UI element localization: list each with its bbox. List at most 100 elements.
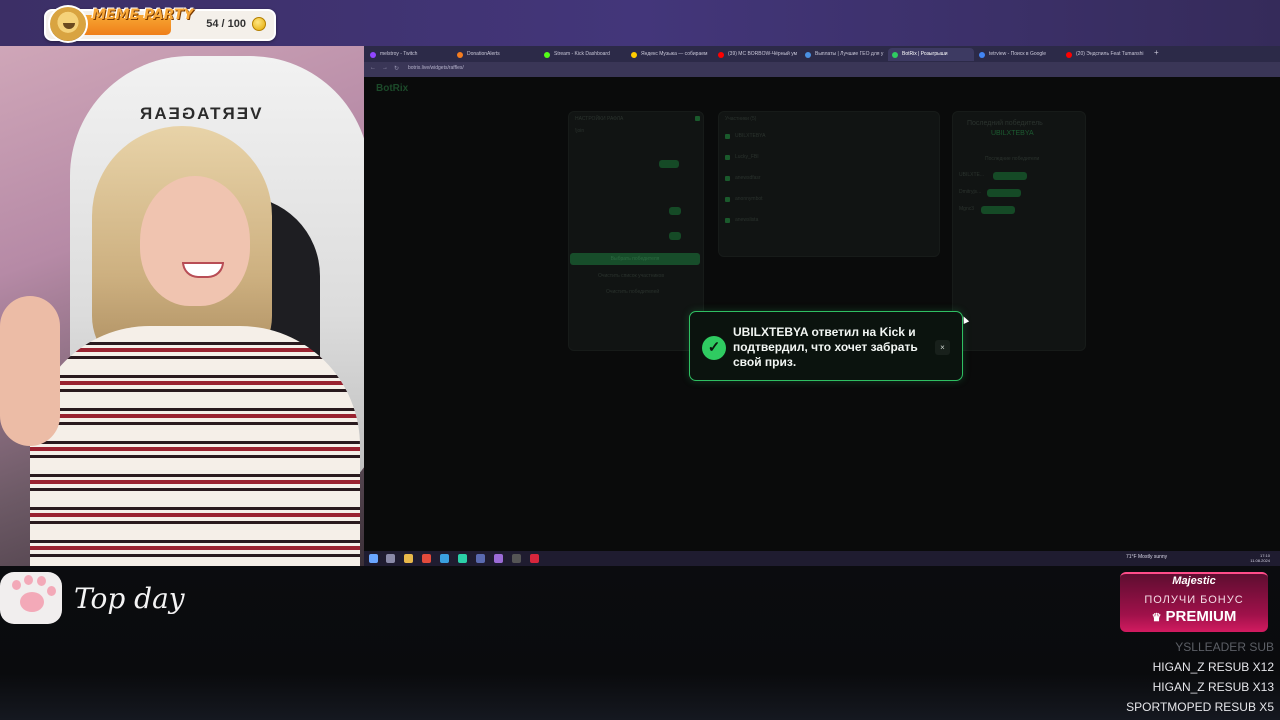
browser-tab[interactable]: melstroy - Twitch bbox=[366, 48, 452, 61]
meme-party-goal-bar: MEME PARTY 54 / 100 bbox=[44, 5, 276, 43]
tab-favicon-icon bbox=[631, 52, 637, 58]
participant-dot bbox=[725, 155, 730, 160]
paw-pad-toe bbox=[47, 586, 56, 596]
browser-tab[interactable]: Яндекс Музыка — собираем bbox=[627, 48, 713, 61]
toast-close-button[interactable]: × bbox=[935, 340, 950, 355]
participant-name[interactable]: anewslista bbox=[735, 217, 758, 223]
settings-status-dot bbox=[695, 116, 700, 121]
toggle-3[interactable] bbox=[669, 232, 681, 240]
windows-taskbar: 71°F Mostly sunny 17:10 11.08.2024 bbox=[364, 551, 1280, 566]
sub-event: HIGAN_Z RESUB X12 bbox=[1152, 660, 1274, 674]
streamer-face bbox=[140, 176, 250, 306]
toggle-2[interactable] bbox=[669, 207, 681, 215]
browser-tab[interactable]: Stream - Kick Dashboard bbox=[540, 48, 626, 61]
browser-tab[interactable]: (39) MC BORBOW-Чёрный ум bbox=[714, 48, 800, 61]
participant-dot bbox=[725, 218, 730, 223]
browser-tab[interactable]: DonationAlerts bbox=[453, 48, 539, 61]
browser-tab[interactable]: Выплаты | Лучшие ГЕО для у bbox=[801, 48, 887, 61]
clear-winners-link[interactable]: Очистить победителей bbox=[606, 289, 659, 295]
browser-address-bar: ← → ↻ botrix.live/widgets/raffles/ bbox=[364, 62, 1280, 77]
participant-name[interactable]: UBILXTEBYA bbox=[735, 133, 765, 139]
tab-favicon-icon bbox=[805, 52, 811, 58]
caption-text: Top day bbox=[74, 582, 185, 615]
previous-winner-bar bbox=[993, 172, 1027, 180]
browser-tab[interactable]: BotRix | Розыгрыши bbox=[888, 48, 974, 61]
promo-premium: PREMIUM bbox=[1165, 608, 1237, 625]
paw-pad-toe bbox=[24, 575, 33, 585]
folder-icon[interactable] bbox=[404, 554, 413, 563]
tab-label: Выплаты | Лучшие ГЕО для у bbox=[815, 51, 884, 57]
previous-winners-title: Последние победители bbox=[985, 156, 1040, 162]
tab-label: (39) MC BORBOW-Чёрный ум bbox=[728, 51, 798, 57]
doge-icon bbox=[48, 5, 88, 43]
tab-favicon-icon bbox=[1066, 52, 1072, 58]
last-winner-title: Последний победитель bbox=[967, 120, 1043, 127]
tab-favicon-icon bbox=[457, 52, 463, 58]
browser-tab[interactable]: (20) Эндспиль Feat Tumanshi bbox=[1062, 48, 1148, 61]
search-icon[interactable] bbox=[386, 554, 395, 563]
reload-icon[interactable]: ↻ bbox=[394, 65, 399, 72]
participant-name[interactable]: anonnymbot bbox=[735, 196, 763, 202]
webcam-feed: VERTAGEAR bbox=[0, 46, 364, 566]
confirmation-toast: ✓ UBILXTEBYA ответил на Kick и подтверди… bbox=[689, 311, 963, 381]
paw-pad-toe bbox=[37, 576, 46, 586]
clear-participants-link[interactable]: Очистить список участников bbox=[598, 273, 664, 279]
striped-shirt bbox=[30, 326, 360, 566]
coin-icon bbox=[252, 17, 266, 31]
weather-widget[interactable]: 71°F Mostly sunny bbox=[1126, 554, 1167, 560]
forward-icon[interactable]: → bbox=[382, 65, 388, 71]
toast-message: UBILXTEBYA ответил на Kick и подтвердил,… bbox=[733, 325, 918, 369]
paw-pad-main bbox=[20, 592, 44, 612]
taskbar-clock[interactable]: 17:10 11.08.2024 bbox=[1250, 553, 1270, 563]
keyword-value[interactable]: !join bbox=[575, 128, 584, 134]
sub-event: YSLLEADER SUB bbox=[1175, 640, 1274, 654]
participant-dot bbox=[725, 176, 730, 181]
tab-label: BotRix | Розыгрыши bbox=[902, 51, 948, 57]
app-icon[interactable] bbox=[494, 554, 503, 563]
last-winner-panel: Последний победитель UBILXTEBYA Последни… bbox=[952, 111, 1086, 351]
browser-tab[interactable]: tetrview - Поиск в Google bbox=[975, 48, 1061, 61]
tab-favicon-icon bbox=[718, 52, 724, 58]
screen-share: + melstroy - Twitch DonationAlerts Stream … bbox=[364, 46, 1280, 566]
participants-panel: Участники (5) UBILXTEBYA Lucky_FBI anewsdf… bbox=[718, 111, 940, 257]
participant-name[interactable]: Lucky_FBI bbox=[735, 154, 759, 160]
promo-brand: Majestic bbox=[1172, 575, 1216, 587]
tab-favicon-icon bbox=[370, 52, 376, 58]
sub-event: SPORTMOPED RESUB X5 bbox=[1126, 700, 1274, 714]
tab-favicon-icon bbox=[544, 52, 550, 58]
obs-icon[interactable] bbox=[530, 554, 539, 563]
majestic-promo-banner[interactable]: Majestic ПОЛУЧИ БОНУС ♛ PREMIUM bbox=[1120, 572, 1268, 632]
meme-party-count: 54 / 100 bbox=[206, 18, 246, 30]
check-icon: ✓ bbox=[702, 336, 726, 360]
promo-line-2: ♛ PREMIUM bbox=[1120, 608, 1268, 625]
tab-label: Stream - Kick Dashboard bbox=[554, 51, 610, 57]
previous-winner-name: UBILXTE... bbox=[959, 172, 985, 178]
start-icon[interactable] bbox=[369, 554, 378, 563]
new-tab-button[interactable]: + bbox=[1154, 48, 1159, 57]
url-field[interactable]: botrix.live/widgets/raffles/ bbox=[408, 65, 464, 71]
previous-winner-name: Dmitryjs... bbox=[959, 189, 982, 195]
steam-icon[interactable] bbox=[476, 554, 485, 563]
tab-label: tetrview - Поиск в Google bbox=[989, 51, 1047, 57]
tab-favicon-icon bbox=[892, 52, 898, 58]
botrix-logo: BotRix bbox=[376, 83, 409, 94]
raffle-settings-panel: НАСТРОЙКИ РАФЛА !join bbox=[568, 111, 704, 351]
edge-icon[interactable] bbox=[458, 554, 467, 563]
participant-name[interactable]: anewsdfasr bbox=[735, 175, 761, 181]
settings-title: НАСТРОЙКИ РАФЛА bbox=[575, 116, 624, 122]
tab-label: DonationAlerts bbox=[467, 51, 500, 57]
chrome-icon[interactable] bbox=[422, 554, 431, 563]
bottom-overlay bbox=[0, 566, 1280, 720]
telegram-icon[interactable] bbox=[440, 554, 449, 563]
paw-icon bbox=[0, 572, 62, 624]
back-icon[interactable]: ← bbox=[370, 65, 376, 71]
stream-frame: MEME PARTY 54 / 100 VERTAGEAR + melstroy… bbox=[0, 0, 1280, 720]
toggle-1[interactable] bbox=[659, 160, 679, 168]
terminal-icon[interactable] bbox=[512, 554, 521, 563]
crown-icon: ♛ bbox=[1151, 612, 1162, 624]
streamer-hand bbox=[0, 296, 60, 446]
participant-dot bbox=[725, 134, 730, 139]
pick-winner-button[interactable]: Выбрать победителя bbox=[570, 253, 700, 265]
previous-winner-bar bbox=[981, 206, 1015, 214]
participant-dot bbox=[725, 197, 730, 202]
